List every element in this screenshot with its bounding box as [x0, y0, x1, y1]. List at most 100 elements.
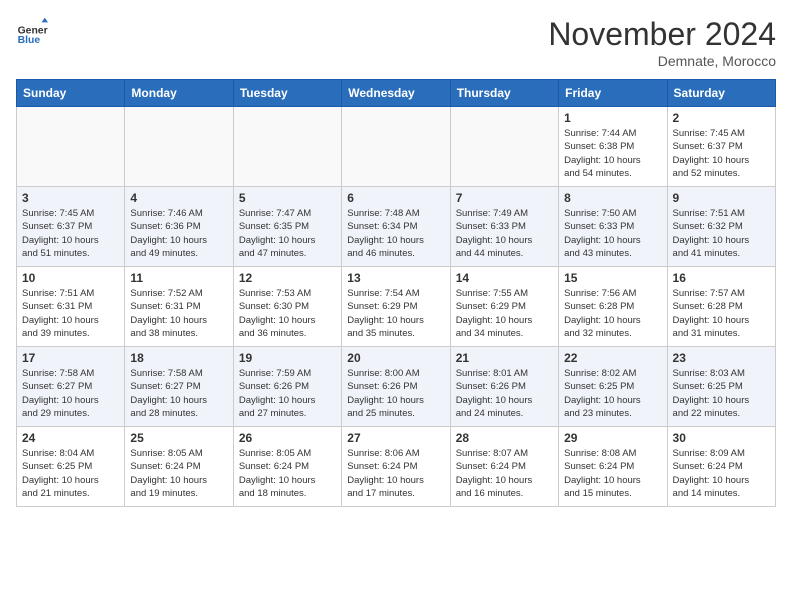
calendar-week-row: 24Sunrise: 8:04 AM Sunset: 6:25 PM Dayli… — [17, 427, 776, 507]
day-info: Sunrise: 8:05 AM Sunset: 6:24 PM Dayligh… — [130, 447, 227, 500]
day-number: 20 — [347, 351, 444, 365]
day-info: Sunrise: 7:56 AM Sunset: 6:28 PM Dayligh… — [564, 287, 661, 340]
day-number: 23 — [673, 351, 770, 365]
day-info: Sunrise: 7:48 AM Sunset: 6:34 PM Dayligh… — [347, 207, 444, 260]
calendar-day-cell: 7 Sunrise: 7:49 AM Sunset: 6:33 PM Daylig… — [450, 187, 558, 267]
calendar-day-cell: 24Sunrise: 8:04 AM Sunset: 6:25 PM Dayli… — [17, 427, 125, 507]
calendar-day-cell — [342, 107, 450, 187]
day-number: 27 — [347, 431, 444, 445]
day-number: 1 — [564, 111, 661, 125]
day-info: Sunrise: 7:58 AM Sunset: 6:27 PM Dayligh… — [130, 367, 227, 420]
calendar-day-cell: 11Sunrise: 7:52 AM Sunset: 6:31 PM Dayli… — [125, 267, 233, 347]
calendar-day-cell — [450, 107, 558, 187]
weekday-header-row: SundayMondayTuesdayWednesdayThursdayFrid… — [17, 80, 776, 107]
svg-text:Blue: Blue — [18, 35, 41, 46]
calendar-day-cell: 23 Sunrise: 8:03 AM Sunset: 6:25 PM Dayli… — [667, 347, 775, 427]
day-number: 2 — [673, 111, 770, 125]
day-info: Sunrise: 7:51 AM Sunset: 6:31 PM Dayligh… — [22, 287, 119, 340]
day-number: 12 — [239, 271, 336, 285]
calendar-week-row: 17 Sunrise: 7:58 AM Sunset: 6:27 PM Dayli… — [17, 347, 776, 427]
day-info: Sunrise: 8:04 AM Sunset: 6:25 PM Dayligh… — [22, 447, 119, 500]
day-number: 19 — [239, 351, 336, 365]
calendar-table: SundayMondayTuesdayWednesdayThursdayFrid… — [16, 79, 776, 507]
day-number: 17 — [22, 351, 119, 365]
day-info: Sunrise: 8:00 AM Sunset: 6:26 PM Dayligh… — [347, 367, 444, 420]
day-number: 6 — [347, 191, 444, 205]
logo: General Blue — [16, 16, 48, 48]
day-number: 29 — [564, 431, 661, 445]
calendar-day-cell: 29 Sunrise: 8:08 AM Sunset: 6:24 PM Dayli… — [559, 427, 667, 507]
day-number: 13 — [347, 271, 444, 285]
day-info: Sunrise: 8:07 AM Sunset: 6:24 PM Dayligh… — [456, 447, 553, 500]
day-info: Sunrise: 7:44 AM Sunset: 6:38 PM Dayligh… — [564, 127, 661, 180]
day-number: 28 — [456, 431, 553, 445]
calendar-day-cell — [233, 107, 341, 187]
calendar-day-cell: 14 Sunrise: 7:55 AM Sunset: 6:29 PM Dayli… — [450, 267, 558, 347]
calendar-day-cell: 13 Sunrise: 7:54 AM Sunset: 6:29 PM Dayli… — [342, 267, 450, 347]
day-info: Sunrise: 8:08 AM Sunset: 6:24 PM Dayligh… — [564, 447, 661, 500]
day-info: Sunrise: 7:55 AM Sunset: 6:29 PM Dayligh… — [456, 287, 553, 340]
weekday-header-cell: Thursday — [450, 80, 558, 107]
day-info: Sunrise: 8:05 AM Sunset: 6:24 PM Dayligh… — [239, 447, 336, 500]
day-info: Sunrise: 7:58 AM Sunset: 6:27 PM Dayligh… — [22, 367, 119, 420]
day-info: Sunrise: 7:57 AM Sunset: 6:28 PM Dayligh… — [673, 287, 770, 340]
day-info: Sunrise: 7:59 AM Sunset: 6:26 PM Dayligh… — [239, 367, 336, 420]
day-number: 10 — [22, 271, 119, 285]
calendar-week-row: 10 Sunrise: 7:51 AM Sunset: 6:31 PM Dayli… — [17, 267, 776, 347]
weekday-header-cell: Friday — [559, 80, 667, 107]
day-info: Sunrise: 8:09 AM Sunset: 6:24 PM Dayligh… — [673, 447, 770, 500]
day-info: Sunrise: 7:45 AM Sunset: 6:37 PM Dayligh… — [673, 127, 770, 180]
calendar-day-cell: 6 Sunrise: 7:48 AM Sunset: 6:34 PM Daylig… — [342, 187, 450, 267]
day-info: Sunrise: 7:54 AM Sunset: 6:29 PM Dayligh… — [347, 287, 444, 340]
calendar-week-row: 1 Sunrise: 7:44 AM Sunset: 6:38 PM Daylig… — [17, 107, 776, 187]
calendar-day-cell: 17 Sunrise: 7:58 AM Sunset: 6:27 PM Dayli… — [17, 347, 125, 427]
logo-icon: General Blue — [16, 16, 48, 48]
day-number: 21 — [456, 351, 553, 365]
day-number: 30 — [673, 431, 770, 445]
day-number: 18 — [130, 351, 227, 365]
day-info: Sunrise: 7:46 AM Sunset: 6:36 PM Dayligh… — [130, 207, 227, 260]
calendar-day-cell: 15 Sunrise: 7:56 AM Sunset: 6:28 PM Dayli… — [559, 267, 667, 347]
calendar-day-cell: 19 Sunrise: 7:59 AM Sunset: 6:26 PM Dayli… — [233, 347, 341, 427]
weekday-header-cell: Tuesday — [233, 80, 341, 107]
calendar-day-cell: 18 Sunrise: 7:58 AM Sunset: 6:27 PM Dayli… — [125, 347, 233, 427]
day-number: 8 — [564, 191, 661, 205]
calendar-day-cell: 28 Sunrise: 8:07 AM Sunset: 6:24 PM Dayli… — [450, 427, 558, 507]
calendar-day-cell: 30 Sunrise: 8:09 AM Sunset: 6:24 PM Dayli… — [667, 427, 775, 507]
calendar-day-cell: 12Sunrise: 7:53 AM Sunset: 6:30 PM Dayli… — [233, 267, 341, 347]
day-number: 7 — [456, 191, 553, 205]
calendar-week-row: 3 Sunrise: 7:45 AM Sunset: 6:37 PM Daylig… — [17, 187, 776, 267]
day-number: 26 — [239, 431, 336, 445]
calendar-day-cell: 22 Sunrise: 8:02 AM Sunset: 6:25 PM Dayli… — [559, 347, 667, 427]
weekday-header-cell: Saturday — [667, 80, 775, 107]
day-info: Sunrise: 7:52 AM Sunset: 6:31 PM Dayligh… — [130, 287, 227, 340]
day-number: 3 — [22, 191, 119, 205]
calendar-day-cell — [17, 107, 125, 187]
day-number: 9 — [673, 191, 770, 205]
day-info: Sunrise: 8:02 AM Sunset: 6:25 PM Dayligh… — [564, 367, 661, 420]
day-info: Sunrise: 7:45 AM Sunset: 6:37 PM Dayligh… — [22, 207, 119, 260]
calendar-day-cell: 8 Sunrise: 7:50 AM Sunset: 6:33 PM Daylig… — [559, 187, 667, 267]
calendar-day-cell: 26 Sunrise: 8:05 AM Sunset: 6:24 PM Dayli… — [233, 427, 341, 507]
day-number: 14 — [456, 271, 553, 285]
calendar-day-cell: 27 Sunrise: 8:06 AM Sunset: 6:24 PM Dayli… — [342, 427, 450, 507]
day-info: Sunrise: 7:50 AM Sunset: 6:33 PM Dayligh… — [564, 207, 661, 260]
calendar-day-cell: 20 Sunrise: 8:00 AM Sunset: 6:26 PM Dayli… — [342, 347, 450, 427]
day-info: Sunrise: 8:03 AM Sunset: 6:25 PM Dayligh… — [673, 367, 770, 420]
day-info: Sunrise: 8:06 AM Sunset: 6:24 PM Dayligh… — [347, 447, 444, 500]
weekday-header-cell: Wednesday — [342, 80, 450, 107]
day-number: 16 — [673, 271, 770, 285]
day-info: Sunrise: 7:51 AM Sunset: 6:32 PM Dayligh… — [673, 207, 770, 260]
day-number: 15 — [564, 271, 661, 285]
calendar-day-cell: 4Sunrise: 7:46 AM Sunset: 6:36 PM Daylig… — [125, 187, 233, 267]
location: Demnate, Morocco — [548, 53, 776, 69]
calendar-day-cell: 3 Sunrise: 7:45 AM Sunset: 6:37 PM Daylig… — [17, 187, 125, 267]
calendar-day-cell: 10 Sunrise: 7:51 AM Sunset: 6:31 PM Dayli… — [17, 267, 125, 347]
day-number: 22 — [564, 351, 661, 365]
day-info: Sunrise: 8:01 AM Sunset: 6:26 PM Dayligh… — [456, 367, 553, 420]
day-info: Sunrise: 7:49 AM Sunset: 6:33 PM Dayligh… — [456, 207, 553, 260]
calendar-day-cell — [125, 107, 233, 187]
day-number: 5 — [239, 191, 336, 205]
weekday-header-cell: Sunday — [17, 80, 125, 107]
calendar-day-cell: 1 Sunrise: 7:44 AM Sunset: 6:38 PM Daylig… — [559, 107, 667, 187]
